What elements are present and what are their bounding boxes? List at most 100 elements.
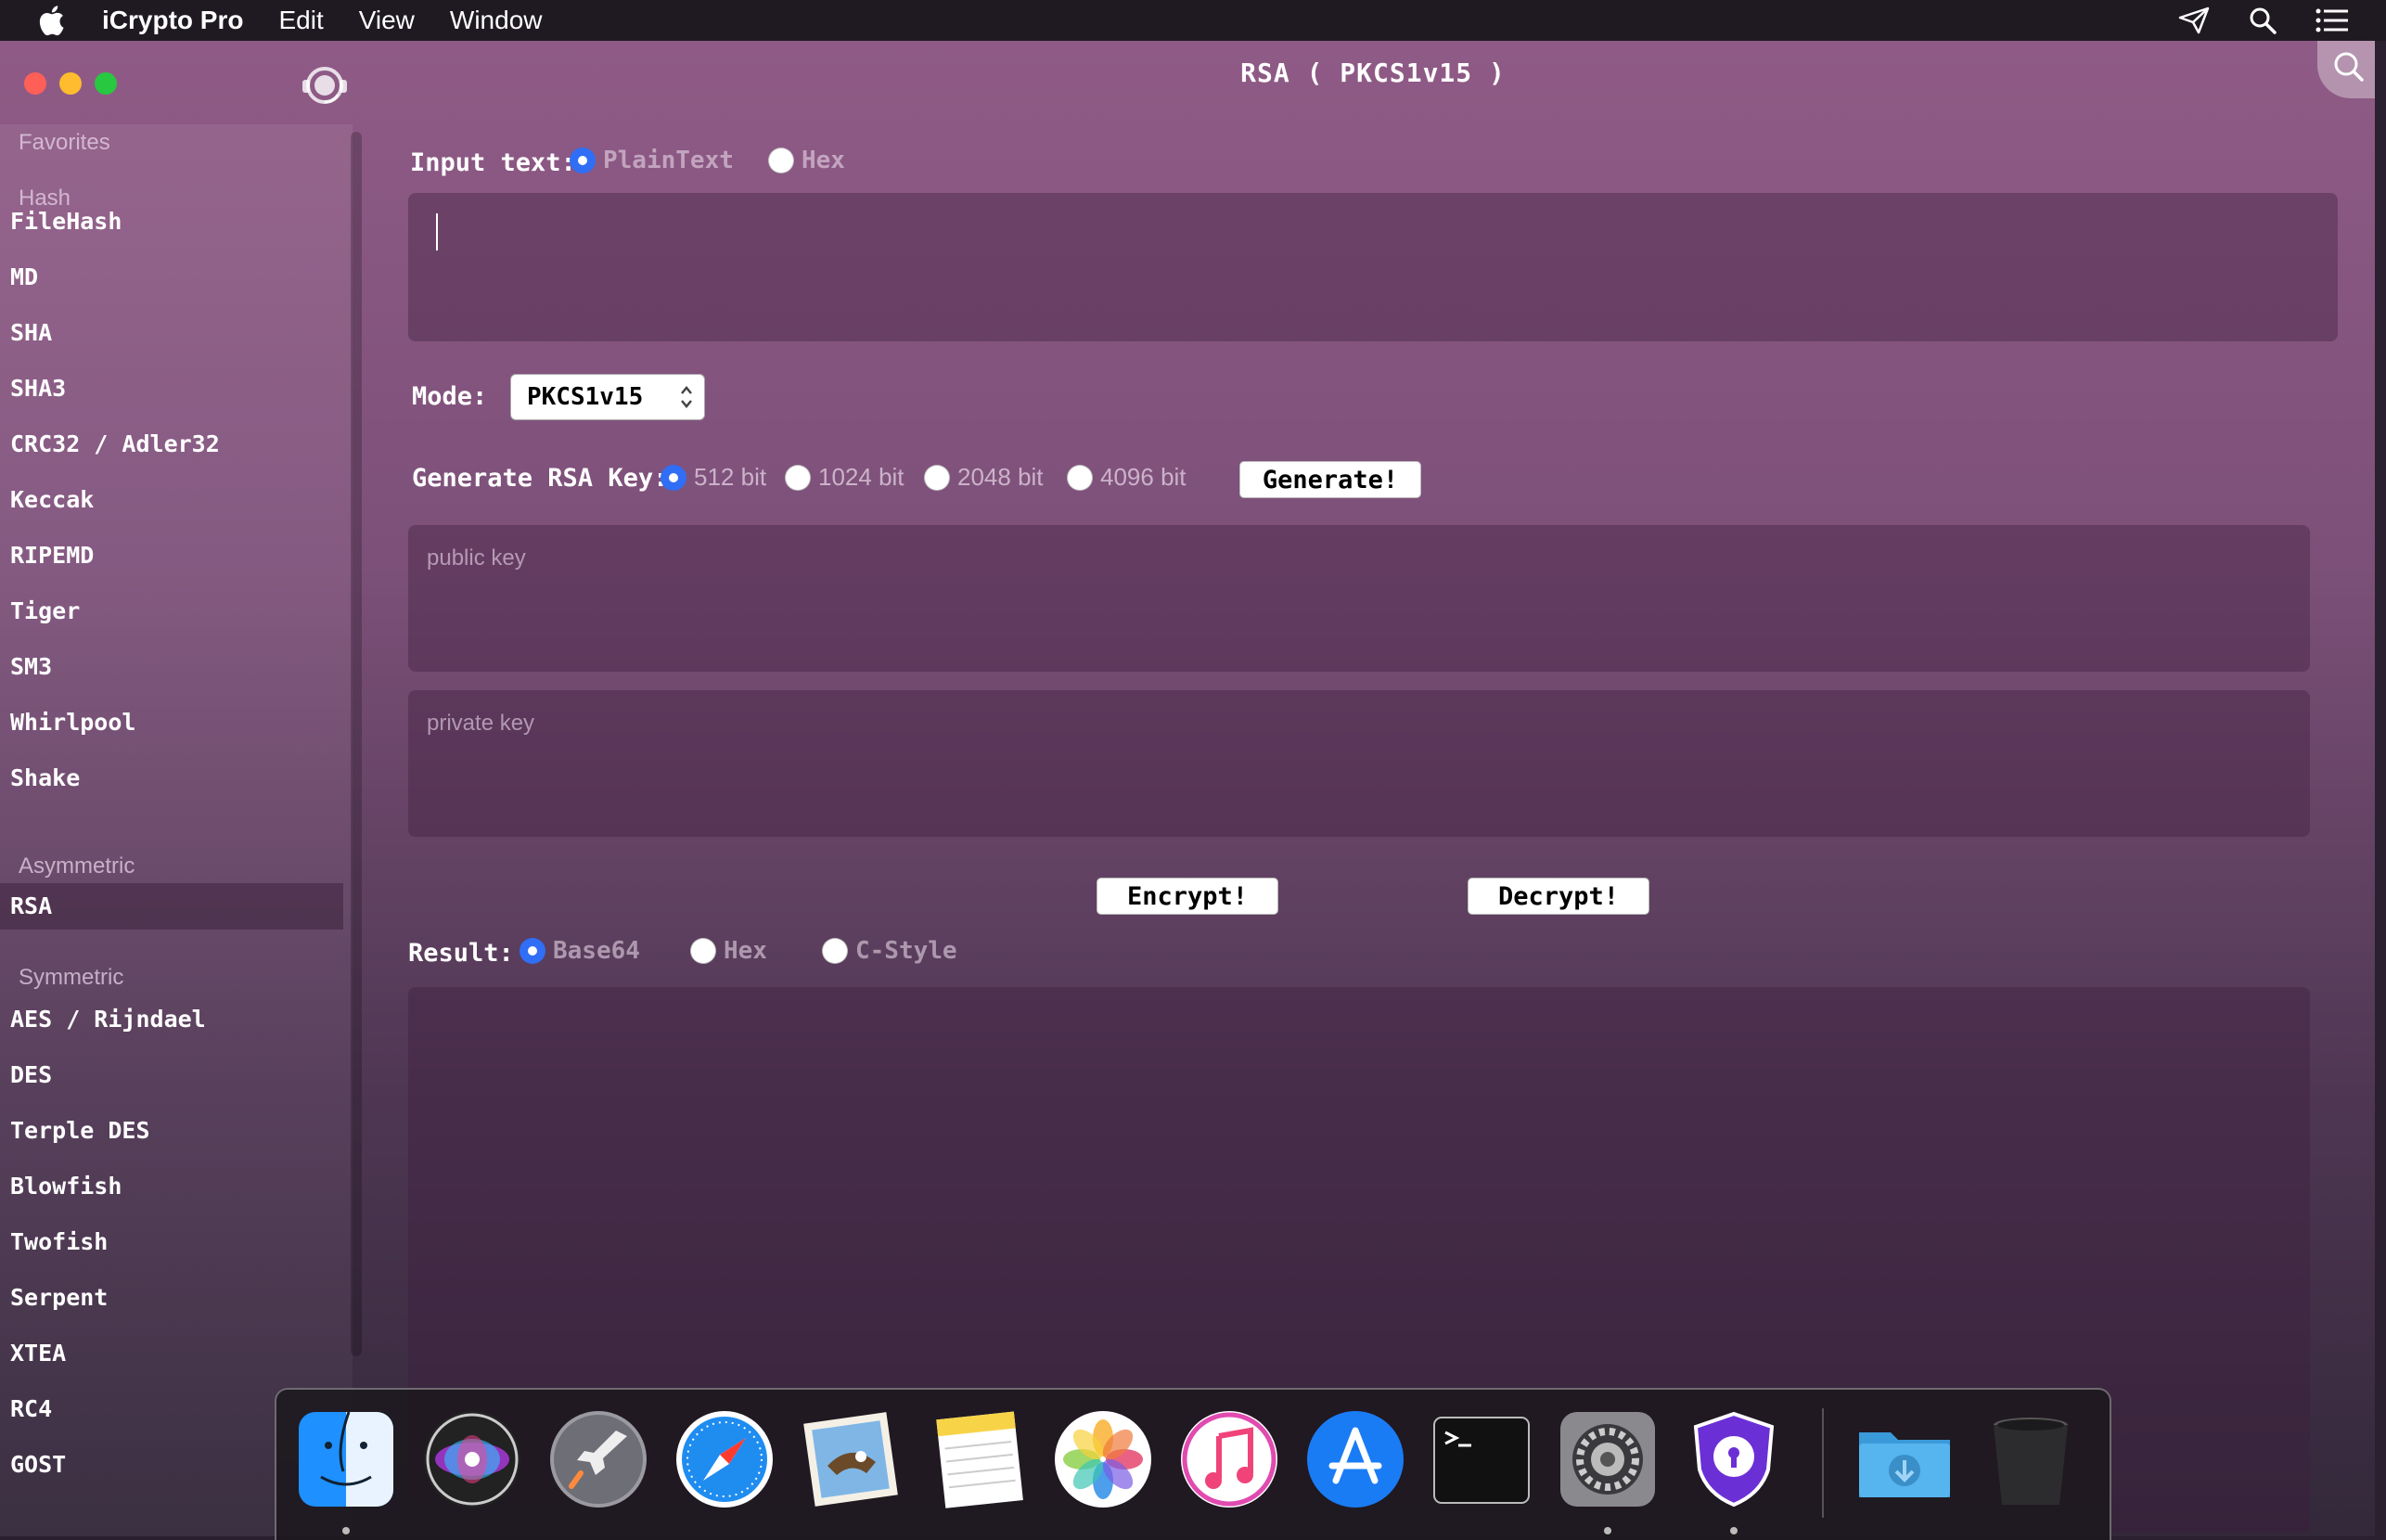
- dock-separator: [1822, 1408, 1824, 1518]
- privacy-shield-icon[interactable]: [1683, 1408, 1785, 1510]
- sidebar-item-rsa[interactable]: RSA: [0, 883, 343, 930]
- menu-app-name[interactable]: iCrypto Pro: [102, 6, 243, 35]
- headset-support-icon[interactable]: [299, 59, 351, 111]
- key-size-1024-radio[interactable]: 1024 bit: [785, 463, 904, 492]
- apple-icon[interactable]: [37, 5, 65, 36]
- generate-rsa-key-label: Generate RSA Key:: [412, 464, 669, 493]
- text-cursor: [436, 213, 438, 250]
- radio-indicator: [924, 464, 950, 491]
- sidebar-item-sha3[interactable]: SHA3: [0, 366, 343, 412]
- public-key-field[interactable]: public key: [408, 525, 2310, 672]
- result-label: Result:: [408, 939, 514, 968]
- close-button[interactable]: [24, 72, 46, 95]
- sidebar-item-sha[interactable]: SHA: [0, 310, 343, 356]
- spotlight-search-icon[interactable]: [2249, 6, 2277, 34]
- sidebar-item-tiger[interactable]: Tiger: [0, 588, 343, 635]
- sidebar-item-keccak[interactable]: Keccak: [0, 477, 343, 523]
- decrypt-button[interactable]: Decrypt!: [1468, 878, 1649, 915]
- radio-label: PlainText: [603, 147, 734, 174]
- private-key-field[interactable]: private key: [408, 690, 2310, 837]
- sidebar-item-des[interactable]: DES: [0, 1052, 343, 1098]
- mail-icon[interactable]: [800, 1408, 902, 1510]
- sidebar-item-xtea[interactable]: XTEA: [0, 1330, 343, 1377]
- radio-indicator: [785, 464, 811, 491]
- trash-icon[interactable]: [1980, 1408, 2082, 1510]
- sidebar-item-crc32-adler32[interactable]: CRC32 / Adler32: [0, 421, 343, 468]
- app-window: RSA ( PKCS1v15 ) Favorites Hash FileHash…: [0, 41, 2375, 1536]
- sidebar-item-serpent[interactable]: Serpent: [0, 1275, 343, 1321]
- radio-label: 4096 bit: [1100, 463, 1187, 491]
- corner-search-button[interactable]: [2317, 41, 2375, 98]
- radio-indicator: [822, 938, 848, 964]
- sidebar-item-twofish[interactable]: Twofish: [0, 1219, 343, 1265]
- radio-selected-indicator: [570, 148, 596, 173]
- sidebar-item-ripemd[interactable]: RIPEMD: [0, 533, 343, 579]
- result-format-cstyle-radio[interactable]: C-Style: [822, 937, 957, 965]
- menu-edit[interactable]: Edit: [278, 6, 323, 35]
- radio-selected-indicator: [520, 938, 545, 964]
- running-indicator: [342, 1527, 350, 1534]
- input-text-area[interactable]: [408, 193, 2338, 341]
- sidebar-item-md[interactable]: MD: [0, 254, 343, 301]
- sidebar-item-filehash[interactable]: FileHash: [0, 199, 343, 245]
- input-format-hex-radio[interactable]: Hex: [768, 147, 845, 174]
- public-key-placeholder: public key: [427, 545, 526, 571]
- radio-indicator: [768, 148, 794, 173]
- running-indicator: [1730, 1527, 1738, 1534]
- mode-select-value: PKCS1v15: [527, 383, 644, 411]
- radio-indicator: [690, 938, 716, 964]
- radio-label: 2048 bit: [957, 463, 1044, 491]
- safari-icon[interactable]: [673, 1408, 776, 1510]
- sidebar-item-triple-des[interactable]: Terple DES: [0, 1108, 343, 1154]
- radio-label: 512 bit: [694, 463, 767, 491]
- music-icon[interactable]: [1178, 1408, 1280, 1510]
- key-size-512-radio[interactable]: 512 bit: [661, 463, 766, 492]
- notes-icon[interactable]: [926, 1408, 1028, 1510]
- radio-label: C-Style: [855, 937, 957, 965]
- window-controls: [24, 72, 117, 95]
- sidebar-item-whirlpool[interactable]: Whirlpool: [0, 699, 343, 746]
- radio-label: Base64: [553, 937, 640, 965]
- send-icon[interactable]: [2178, 6, 2210, 34]
- finder-icon[interactable]: [295, 1408, 397, 1510]
- system-preferences-icon[interactable]: [1557, 1408, 1659, 1510]
- notification-center-icon[interactable]: [2315, 7, 2349, 33]
- app-store-icon[interactable]: [1304, 1408, 1406, 1510]
- menu-view[interactable]: View: [359, 6, 415, 35]
- sidebar-item-sm3[interactable]: SM3: [0, 644, 343, 690]
- radio-indicator: [1067, 464, 1093, 491]
- key-size-4096-radio[interactable]: 4096 bit: [1067, 463, 1187, 492]
- window-title: RSA ( PKCS1v15 ): [1240, 58, 1506, 88]
- private-key-placeholder: private key: [427, 711, 535, 736]
- sidebar-item-shake[interactable]: Shake: [0, 755, 343, 802]
- radio-label: Hex: [724, 937, 767, 965]
- result-format-hex-radio[interactable]: Hex: [690, 937, 767, 965]
- minimize-button[interactable]: [59, 72, 82, 95]
- key-size-2048-radio[interactable]: 2048 bit: [924, 463, 1044, 492]
- search-icon: [2334, 52, 2364, 82]
- menu-bar: iCrypto Pro Edit View Window: [0, 0, 2386, 41]
- mode-label: Mode:: [412, 382, 488, 411]
- downloads-folder-icon[interactable]: [1854, 1408, 1956, 1510]
- dock: [275, 1388, 2111, 1540]
- encrypt-button[interactable]: Encrypt!: [1097, 878, 1278, 915]
- sidebar-item-blowfish[interactable]: Blowfish: [0, 1163, 343, 1210]
- zoom-button[interactable]: [95, 72, 117, 95]
- sidebar-item-aes-rijndael[interactable]: AES / Rijndael: [0, 996, 343, 1043]
- input-text-label: Input text:: [410, 148, 576, 177]
- input-format-plaintext-radio[interactable]: PlainText: [570, 147, 734, 174]
- radio-selected-indicator: [661, 464, 686, 491]
- siri-icon[interactable]: [421, 1408, 523, 1510]
- sidebar-scrollbar[interactable]: [351, 132, 362, 1356]
- result-format-base64-radio[interactable]: Base64: [520, 937, 640, 965]
- launchpad-icon[interactable]: [547, 1408, 649, 1510]
- radio-label: Hex: [802, 147, 845, 174]
- sidebar-header-favorites: Favorites: [19, 130, 110, 155]
- running-indicator: [1604, 1527, 1611, 1534]
- menu-window[interactable]: Window: [450, 6, 543, 35]
- generate-button[interactable]: Generate!: [1239, 461, 1421, 498]
- mode-select[interactable]: PKCS1v15: [510, 374, 705, 420]
- sidebar-header-asymmetric: Asymmetric: [19, 853, 135, 879]
- terminal-icon[interactable]: [1430, 1408, 1533, 1510]
- photos-icon[interactable]: [1052, 1408, 1154, 1510]
